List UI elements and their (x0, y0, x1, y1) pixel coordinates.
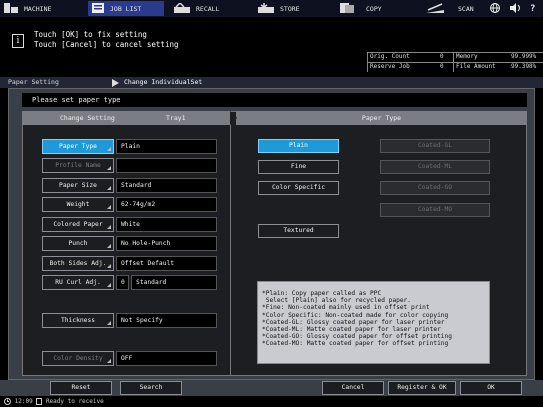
message-line-1: Touch [OK] to fix setting (34, 30, 147, 39)
tab-store-label: STORE (280, 4, 300, 13)
help-button[interactable]: ? (526, 1, 542, 16)
reset-button[interactable]: Reset (50, 381, 112, 395)
both-sides-adj-button[interactable]: Both Sides Adj. (42, 256, 114, 271)
recall-icon (174, 1, 190, 15)
ru-curl-adj-button[interactable]: RU Curl Adj. (42, 275, 114, 290)
breadcrumb (0, 77, 543, 88)
reserve-job-value: 0 (440, 63, 444, 70)
color-density-button[interactable]: Color Density (42, 351, 114, 366)
message-line-2: Touch [Cancel] to cancel setting (34, 40, 179, 49)
memory-label: Memory (456, 53, 478, 60)
thickness-button[interactable]: Thickness (42, 313, 114, 328)
reserve-job-label: Reserve Job (370, 63, 410, 70)
color-density-value: OFF (116, 351, 217, 366)
tab-store[interactable]: STORE (254, 1, 332, 16)
status-time: 12:09 (14, 398, 33, 405)
memory-value: 99.999% (511, 53, 537, 60)
colored-paper-value: White (116, 217, 217, 232)
tab-scan[interactable]: SCAN (422, 1, 482, 16)
status-line: 12:09 Ready to receive (4, 398, 104, 405)
paper-type-value: Plain (116, 139, 217, 154)
color-specific-option[interactable]: Color Specific (258, 181, 339, 195)
tab-job-list-label: JOB LIST (110, 4, 142, 13)
coated-mo-option[interactable]: Coated-MO (380, 203, 490, 217)
orig-count-value: 0 (440, 53, 444, 60)
coated-go-option[interactable]: Coated-GO (380, 181, 490, 195)
ru-curl-adj-mode: Standard (131, 275, 217, 290)
colored-paper-button[interactable]: Colored Paper (42, 217, 114, 232)
weight-value: 62-74g/m2 (116, 197, 217, 212)
paper-size-value: Standard (116, 178, 217, 193)
file-amount-value: 99.398% (511, 63, 537, 70)
thickness-value: Not Specify (116, 313, 217, 328)
help-icon: ? (530, 3, 536, 14)
coated-ml-option[interactable]: Coated-ML (380, 160, 490, 174)
search-button[interactable]: Search (120, 381, 182, 395)
weight-button[interactable]: Weight (42, 197, 114, 212)
plain-option[interactable]: Plain (258, 139, 339, 153)
info-icon: i (12, 34, 24, 48)
cancel-button[interactable]: Cancel (322, 381, 384, 395)
clock-icon (4, 398, 15, 405)
register-ok-button[interactable]: Register & OK (388, 381, 456, 395)
tab-copy[interactable]: COPY (336, 1, 406, 16)
tab-recall[interactable]: RECALL (170, 1, 248, 16)
breadcrumb-current: Change IndividualSet (124, 78, 203, 86)
orig-count-label: Orig. Count (370, 53, 410, 60)
header-arrow-icon (230, 111, 237, 125)
paper-type-description: *Plain: Copy paper called as PPC Select … (257, 281, 490, 364)
tab-machine-label: MACHINE (24, 4, 52, 13)
tab-machine[interactable]: MACHINE (0, 1, 82, 16)
job-list-icon (92, 2, 104, 15)
store-icon (258, 2, 274, 15)
copy-icon (340, 2, 354, 15)
file-amount-label: File Amount (456, 63, 496, 70)
punch-value: No Hole-Punch (116, 236, 217, 251)
machine-icon (4, 2, 18, 15)
prompt-text: Please set paper type (22, 93, 527, 107)
paper-size-button[interactable]: Paper Size (42, 178, 114, 193)
breadcrumb-parent[interactable]: Paper Setting (8, 78, 59, 86)
ok-button[interactable]: OK (460, 381, 522, 395)
paper-type-header: Paper Type (236, 111, 527, 125)
change-setting-title: Change Setting (60, 114, 115, 122)
status-text: Ready to receive (45, 398, 104, 405)
profile-name-value (116, 158, 217, 173)
scan-icon (426, 2, 444, 15)
textured-option[interactable]: Textured (258, 224, 339, 238)
change-setting-header: Change Setting Tray1 (22, 111, 232, 125)
globe-icon (490, 2, 500, 15)
tab-copy-label: COPY (366, 4, 382, 13)
ru-curl-adj-value: 0 (116, 275, 129, 290)
paper-type-button[interactable]: Paper Type (42, 139, 114, 154)
punch-button[interactable]: Punch (42, 236, 114, 251)
profile-name-button[interactable]: Profile Name (42, 158, 114, 173)
both-sides-adj-value: Offset Default (116, 256, 217, 271)
coated-gl-option[interactable]: Coated-GL (380, 139, 490, 153)
receive-icon (36, 398, 46, 405)
speaker-icon (510, 2, 521, 15)
tab-job-list[interactable]: JOB LIST (88, 1, 164, 16)
fine-option[interactable]: Fine (258, 160, 339, 174)
tab-scan-label: SCAN (458, 4, 474, 13)
globe-button[interactable] (486, 1, 504, 16)
tab-recall-label: RECALL (196, 4, 220, 13)
tray-label: Tray1 (166, 114, 186, 122)
speaker-button[interactable] (506, 1, 524, 16)
